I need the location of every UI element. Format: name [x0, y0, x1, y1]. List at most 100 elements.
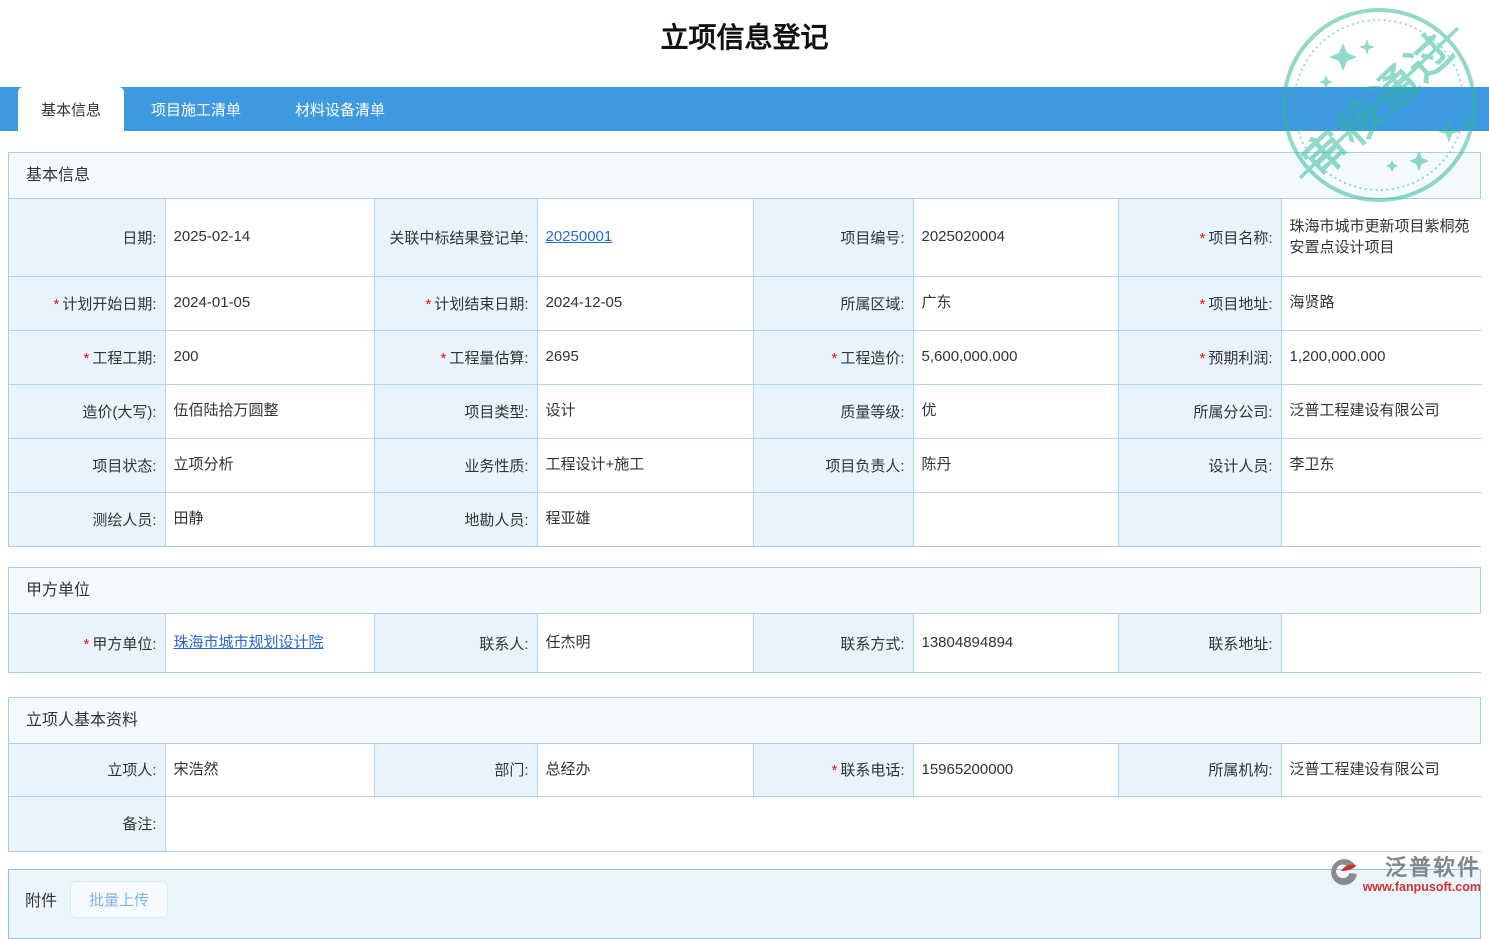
field-project-cost-value: 5,600,000.000	[912, 329, 1119, 385]
field-related-bid-result-value: 20250001	[536, 198, 754, 277]
field-contact-method-value: 13804894894	[912, 613, 1119, 673]
field-surveyor-label: 测绘人员:	[8, 491, 166, 547]
field-remark-value	[164, 795, 1483, 852]
table-row: 测绘人员: 田静 地勘人员: 程亚雄	[8, 491, 1483, 547]
field-party-a-value: 珠海市城市规划设计院	[164, 613, 375, 673]
field-initiator-label: 立项人:	[8, 743, 166, 797]
field-contact-phone-label: * 联系电话:	[752, 743, 914, 797]
required-asterisk: *	[425, 295, 432, 313]
field-plan-end-date-value: 2024-12-05	[536, 275, 754, 331]
section-initiator: 立项人基本资料 立项人: 宋浩然 部门: 总经办 * 联系电话: 15965200…	[8, 697, 1483, 852]
field-quality-grade-value: 优	[912, 383, 1119, 439]
table-row: 日期: 2025-02-14 关联中标结果登记单: 20250001 项目编号:…	[8, 198, 1483, 277]
table-row: 项目状态: 立项分析 业务性质: 工程设计+施工 项目负责人: 陈丹 设计人员:…	[8, 437, 1483, 493]
field-designer-value: 李卫东	[1280, 437, 1483, 493]
empty-label-cell	[1117, 491, 1282, 547]
field-project-status-value: 立项分析	[164, 437, 375, 493]
field-project-address-value: 海贤路	[1280, 275, 1483, 331]
field-contact-method-label: 联系方式:	[752, 613, 914, 673]
tab-material-equipment-list[interactable]: 材料设备清单	[268, 87, 412, 131]
field-quantity-estimate-value: 2695	[536, 329, 754, 385]
page-title: 立项信息登记	[660, 22, 829, 53]
field-duration-value: 200	[164, 329, 375, 385]
field-project-no-value: 2025020004	[912, 198, 1119, 277]
table-row: 造价(大写): 伍佰陆拾万圆整 项目类型: 设计 质量等级: 优 所属分公司: …	[8, 383, 1483, 439]
field-cost-in-words-value: 伍佰陆拾万圆整	[164, 383, 375, 439]
field-contact-phone-value: 15965200000	[912, 743, 1119, 797]
required-asterisk: *	[1199, 295, 1206, 313]
vendor-logo-name: 泛普软件	[1384, 855, 1481, 880]
field-geotech-value: 程亚雄	[536, 491, 754, 547]
table-row: 立项人: 宋浩然 部门: 总经办 * 联系电话: 15965200000 所属机构…	[8, 743, 1483, 797]
field-department-label: 部门:	[373, 743, 538, 797]
field-quantity-estimate-label: * 工程量估算:	[373, 329, 538, 385]
table-row: * 甲方单位: 珠海市城市规划设计院 联系人: 任杰明 联系方式: 1380489…	[8, 613, 1483, 673]
required-asterisk: *	[53, 295, 60, 313]
table-row: 备注:	[8, 795, 1483, 852]
field-project-status-label: 项目状态:	[8, 437, 166, 493]
field-contact-address-value	[1280, 613, 1483, 673]
field-project-cost-label: * 工程造价:	[752, 329, 914, 385]
basic-info-table: 日期: 2025-02-14 关联中标结果登记单: 20250001 项目编号:…	[8, 198, 1483, 547]
initiator-table: 立项人: 宋浩然 部门: 总经办 * 联系电话: 15965200000 所属机构…	[8, 743, 1483, 852]
section-attachment: 附件 批量上传	[8, 869, 1481, 939]
field-project-manager-value: 陈丹	[912, 437, 1119, 493]
field-department-value: 总经办	[536, 743, 754, 797]
field-expected-profit-value: 1,200,000.000	[1280, 329, 1483, 385]
tab-bar: 基本信息 项目施工清单 材料设备清单	[0, 87, 1489, 131]
table-row: * 计划开始日期: 2024-01-05 * 计划结束日期: 2024-12-05 …	[8, 275, 1483, 331]
field-initiator-value: 宋浩然	[164, 743, 375, 797]
field-business-nature-value: 工程设计+施工	[536, 437, 754, 493]
field-geotech-label: 地勘人员:	[373, 491, 538, 547]
field-project-manager-label: 项目负责人:	[752, 437, 914, 493]
required-asterisk: *	[83, 349, 90, 367]
field-project-name-value: 珠海市城市更新项目紫桐苑安置点设计项目	[1280, 198, 1483, 277]
tab-construction-list[interactable]: 项目施工清单	[124, 87, 268, 131]
required-asterisk: *	[1199, 229, 1206, 247]
field-project-no-label: 项目编号:	[752, 198, 914, 277]
field-designer-label: 设计人员:	[1117, 437, 1282, 493]
related-bid-result-link[interactable]: 20250001	[546, 228, 613, 245]
field-project-address-label: * 项目地址:	[1117, 275, 1282, 331]
field-branch-company-value: 泛普工程建设有限公司	[1280, 383, 1483, 439]
field-business-nature-label: 业务性质:	[373, 437, 538, 493]
empty-label-cell	[752, 491, 914, 547]
field-contact-person-label: 联系人:	[373, 613, 538, 673]
field-project-type-label: 项目类型:	[373, 383, 538, 439]
required-asterisk: *	[1199, 349, 1206, 367]
field-project-type-value: 设计	[536, 383, 754, 439]
vendor-logo[interactable]: 泛普软件 www.fanpusoft.com	[1328, 856, 1481, 894]
batch-upload-button[interactable]: 批量上传	[70, 881, 169, 918]
section-initiator-title: 立项人基本资料	[9, 698, 1480, 744]
section-basic-info-title: 基本信息	[9, 153, 1480, 199]
required-asterisk: *	[831, 762, 838, 780]
tab-basic-info[interactable]: 基本信息	[18, 87, 125, 131]
field-party-a-label: * 甲方单位:	[8, 613, 166, 673]
party-a-link[interactable]: 珠海市城市规划设计院	[174, 634, 324, 651]
table-row: * 工程工期: 200 * 工程量估算: 2695 * 工程造价: 5,600,000…	[8, 329, 1483, 385]
attachment-label: 附件	[25, 893, 58, 910]
required-asterisk: *	[440, 349, 447, 367]
field-region-value: 广东	[912, 275, 1119, 331]
empty-value-cell	[1280, 491, 1483, 547]
field-expected-profit-label: * 预期利润:	[1117, 329, 1282, 385]
field-project-name-label: * 项目名称:	[1117, 198, 1282, 277]
field-date-label: 日期:	[8, 198, 166, 277]
field-contact-address-label: 联系地址:	[1117, 613, 1282, 673]
field-plan-start-date-label: * 计划开始日期:	[8, 275, 166, 331]
field-organization-label: 所属机构:	[1117, 743, 1282, 797]
field-surveyor-value: 田静	[164, 491, 375, 547]
required-asterisk: *	[83, 635, 90, 653]
empty-value-cell	[912, 491, 1119, 547]
field-date-value: 2025-02-14	[164, 198, 375, 277]
field-cost-in-words-label: 造价(大写):	[8, 383, 166, 439]
required-asterisk: *	[831, 349, 838, 367]
field-plan-start-date-value: 2024-01-05	[164, 275, 375, 331]
field-plan-end-date-label: * 计划结束日期:	[373, 275, 538, 331]
field-quality-grade-label: 质量等级:	[752, 383, 914, 439]
field-remark-label: 备注:	[8, 795, 166, 852]
field-related-bid-result-label: 关联中标结果登记单:	[373, 198, 538, 277]
vendor-logo-url[interactable]: www.fanpusoft.com	[1363, 880, 1481, 894]
section-party-a-title: 甲方单位	[9, 568, 1480, 614]
section-party-a: 甲方单位 * 甲方单位: 珠海市城市规划设计院 联系人: 任杰明 联系方式: 13…	[8, 567, 1483, 673]
